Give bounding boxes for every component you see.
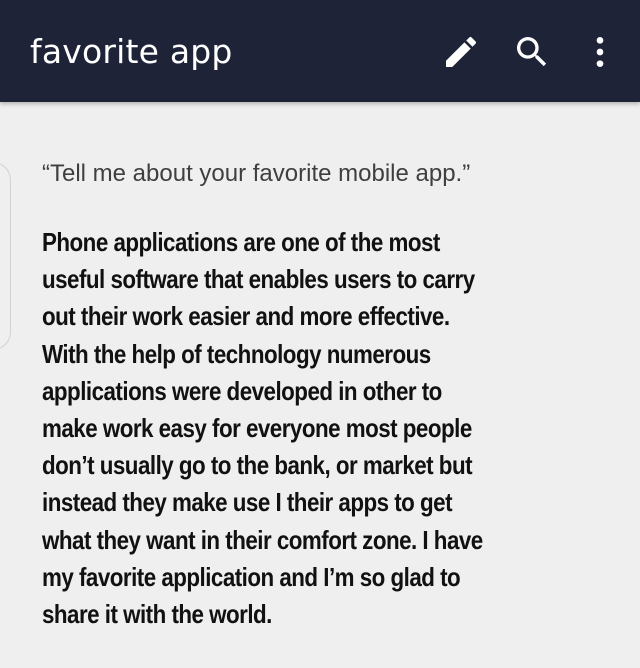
app-bar: favorite app (0, 0, 640, 102)
essay-line: what they want in their comfort zone. I … (42, 524, 483, 555)
essay-line: With the help of technology numerous (42, 338, 431, 369)
essay-line: instead they make use I their apps to ge… (42, 487, 453, 518)
essay-line: share it with the world. (42, 599, 272, 630)
essay-line: don’t usually go to the bank, or market … (42, 450, 473, 481)
side-drawer-handle[interactable] (0, 162, 11, 350)
more-vertical-icon[interactable] (580, 30, 620, 74)
essay-line: Phone applications are one of the most (42, 227, 440, 257)
essay-line: applications were developed in other to (42, 375, 442, 406)
essay-line: out their work easier and more effective… (42, 301, 450, 332)
search-icon[interactable] (512, 30, 552, 74)
edit-pencil-icon[interactable] (441, 30, 481, 74)
essay-line: my favorite application and I’m so glad … (42, 561, 461, 592)
essay-line: useful software that enables users to ca… (42, 264, 475, 295)
page-title: favorite app (30, 32, 233, 71)
prompt-text: “Tell me about your favorite mobile app.… (42, 160, 471, 187)
essay-line: make work easy for everyone most people (42, 413, 472, 444)
essay-body: Phone applications are one of the most us… (42, 224, 532, 633)
